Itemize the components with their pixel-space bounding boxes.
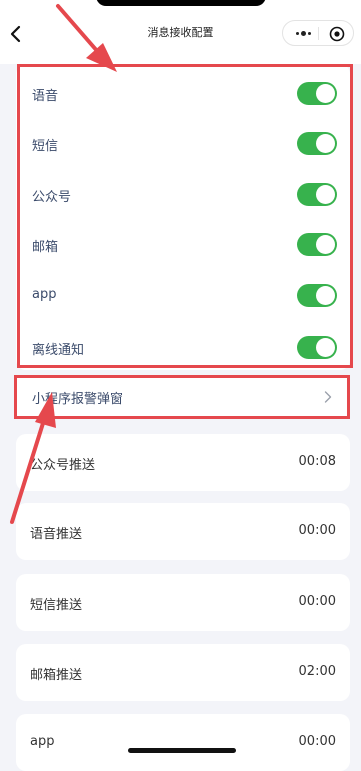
home-indicator: [128, 748, 236, 753]
arrow-to-mini-program-shaft: [10, 418, 46, 524]
arrow-to-toggles-head: [86, 43, 117, 72]
arrow-to-mini-program-head: [35, 392, 56, 428]
annotation-arrows: [10, 4, 117, 524]
arrow-to-toggles-shaft: [56, 4, 100, 54]
